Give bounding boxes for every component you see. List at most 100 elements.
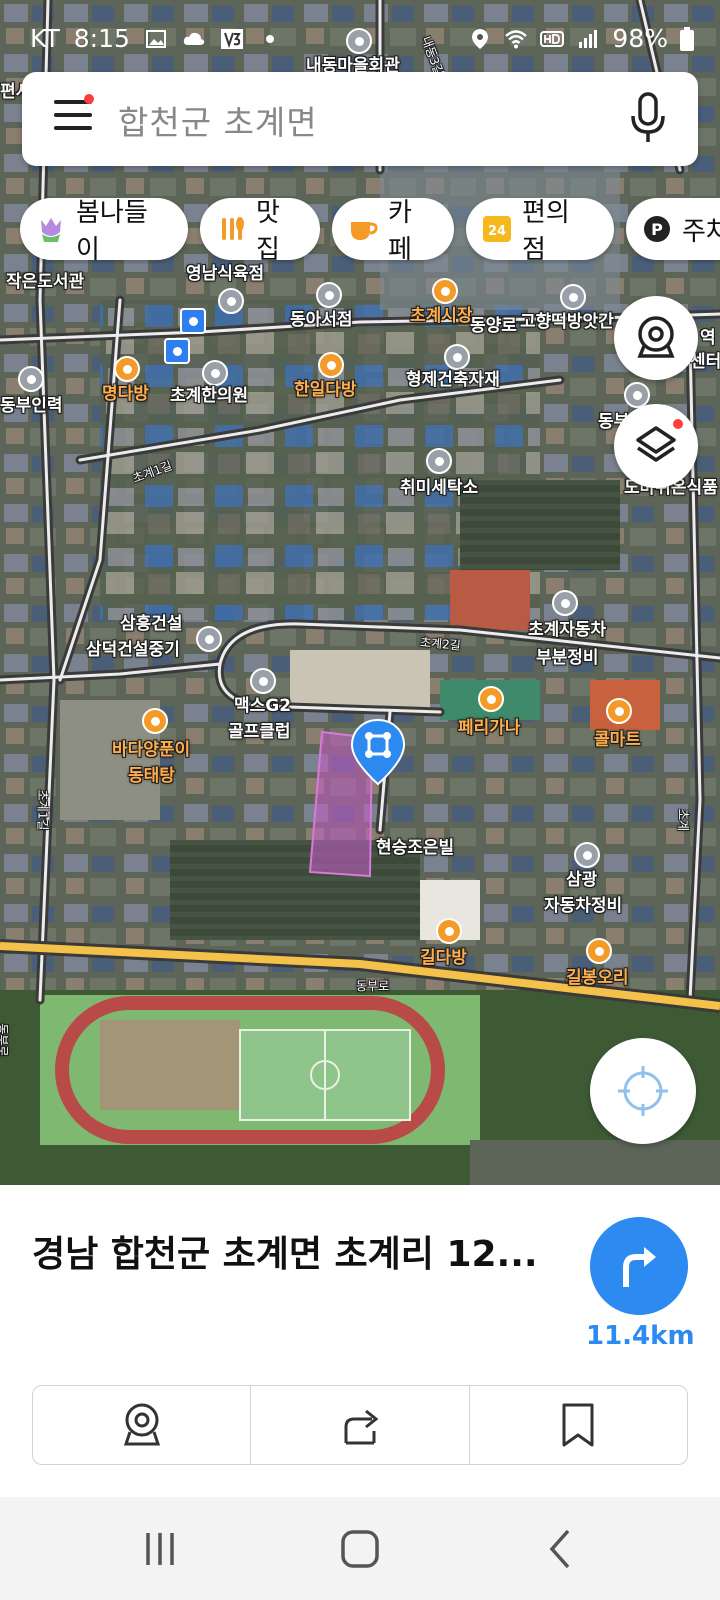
chip-convenience-store[interactable]: 24 편의점 xyxy=(466,198,614,264)
svg-text:P: P xyxy=(651,220,663,239)
map-label[interactable]: 삼덕건설중기 xyxy=(86,640,180,660)
chip-parking[interactable]: P 주차 xyxy=(626,198,720,260)
poi-pin[interactable] xyxy=(432,278,458,304)
roadview-button[interactable] xyxy=(614,296,698,380)
map-label[interactable]: 명다방 xyxy=(102,384,149,404)
poi-pin[interactable] xyxy=(250,668,276,694)
poi-pin[interactable] xyxy=(436,918,462,944)
bus-stop-icon[interactable] xyxy=(180,308,206,334)
map-label[interactable]: 페리가나 xyxy=(458,718,521,738)
place-address[interactable]: 경남 합천군 초계면 초계리 12... xyxy=(32,1225,538,1277)
menu-icon[interactable] xyxy=(54,100,92,134)
place-sheet: 경남 합천군 초계면 초계리 12... 11.4km xyxy=(0,1185,720,1497)
home-icon[interactable] xyxy=(336,1525,384,1573)
store-24-icon: 24 xyxy=(483,216,511,242)
map-label[interactable]: 취미세탁소 xyxy=(400,478,478,498)
svg-text:24: 24 xyxy=(488,224,506,239)
chip-restaurants[interactable]: 맛집 xyxy=(200,198,320,264)
poi-pin[interactable] xyxy=(218,288,244,314)
poi-pin[interactable] xyxy=(316,282,342,308)
map-label[interactable]: 형제건축자재 xyxy=(406,370,500,390)
map-layers-button[interactable] xyxy=(614,404,698,488)
directions-button[interactable] xyxy=(590,1217,688,1315)
map-label[interactable]: 영남식육점 xyxy=(186,264,264,284)
map-label[interactable]: 부분정비 xyxy=(536,648,599,668)
map-label[interactable]: 맥스G2 xyxy=(234,696,291,716)
map-label[interactable]: 콜마트 xyxy=(594,730,641,750)
map-view[interactable]: 내동마을회관 작은도서관 영남식육점 동아서점 초계시장 동양로 고향떡방앗간 … xyxy=(0,0,720,1185)
layers-icon xyxy=(636,419,683,462)
poi-pin[interactable] xyxy=(114,356,140,382)
chip-label: 맛집 xyxy=(256,198,280,264)
road-label: 동부로 xyxy=(356,979,390,993)
map-label[interactable]: 고향떡방앗간 xyxy=(520,312,614,332)
wifi-icon xyxy=(505,29,528,48)
map-label[interactable]: 동아서점 xyxy=(290,310,353,330)
map-label[interactable]: 동양로 xyxy=(470,316,517,336)
map-label[interactable]: 삼흥건설 xyxy=(120,614,183,634)
map-label[interactable]: 초계자동차 xyxy=(528,620,606,640)
map-label[interactable]: 길봉오리 xyxy=(566,968,629,988)
signal-icon xyxy=(579,29,598,48)
map-label[interactable]: 역 xyxy=(700,328,716,348)
map-label[interactable]: 현승조은빌 xyxy=(376,838,454,858)
system-nav-bar xyxy=(0,1497,720,1600)
poi-pin[interactable] xyxy=(606,698,632,724)
save-action-button[interactable] xyxy=(470,1386,687,1464)
map-label[interactable]: 동부인력 xyxy=(0,396,63,416)
hd-icon xyxy=(540,30,565,47)
poi-pin[interactable] xyxy=(426,448,452,474)
chip-label: 주차 xyxy=(682,216,720,247)
map-label[interactable]: 바다양푼이 xyxy=(112,740,190,760)
map-label[interactable]: 작은도서관 xyxy=(6,272,84,292)
search-bar[interactable]: 합천군 초계면 xyxy=(22,72,698,166)
map-label[interactable]: 초계시장 xyxy=(410,306,473,326)
battery-icon xyxy=(680,26,694,51)
map-label[interactable]: 삼광 xyxy=(566,870,597,890)
poi-pin[interactable] xyxy=(560,284,586,310)
mic-icon[interactable] xyxy=(628,92,668,146)
road-label: 동부로 xyxy=(0,1023,10,1057)
share-action-button[interactable] xyxy=(251,1386,470,1464)
chip-label: 봄나들이 xyxy=(76,198,148,264)
poi-pin[interactable] xyxy=(552,590,578,616)
roadview-action-button[interactable] xyxy=(33,1386,252,1464)
map-label[interactable]: 자동차정비 xyxy=(544,896,622,916)
poi-pin[interactable] xyxy=(18,366,44,392)
gallery-icon xyxy=(145,29,166,48)
action-bar xyxy=(32,1385,688,1465)
poi-pin[interactable] xyxy=(586,938,612,964)
road-label: 초계1길 xyxy=(35,789,50,831)
location-icon xyxy=(472,28,489,49)
search-input[interactable]: 합천군 초계면 xyxy=(118,96,318,144)
crosshair-icon xyxy=(618,1066,668,1116)
poi-pin[interactable] xyxy=(196,626,222,652)
poi-pin[interactable] xyxy=(574,842,600,868)
poi-pin[interactable] xyxy=(444,344,470,370)
map-label[interactable]: 초계한의원 xyxy=(170,386,248,406)
dot-icon xyxy=(265,34,274,43)
map-label[interactable]: 동태탕 xyxy=(128,766,175,786)
chip-label: 편의점 xyxy=(522,198,570,264)
poi-pin[interactable] xyxy=(142,708,168,734)
chip-spring-outing[interactable]: 봄나들이 xyxy=(20,198,188,264)
my-location-button[interactable] xyxy=(590,1038,696,1144)
recents-icon[interactable] xyxy=(136,1525,184,1573)
turn-right-arrow-icon xyxy=(623,1247,656,1287)
map-label[interactable]: 골프클럽 xyxy=(228,722,291,742)
parking-icon: P xyxy=(644,216,670,242)
chip-label: 카페 xyxy=(388,198,412,264)
chip-cafe[interactable]: 카페 xyxy=(332,198,454,264)
location-marker-icon[interactable] xyxy=(350,718,406,788)
back-icon[interactable] xyxy=(538,1525,586,1573)
share-icon xyxy=(344,1409,379,1445)
cloud-icon xyxy=(183,32,205,45)
poi-pin[interactable] xyxy=(202,360,228,386)
poi-pin[interactable] xyxy=(318,352,344,378)
poi-pin[interactable] xyxy=(478,686,504,712)
map-label[interactable]: 한일다방 xyxy=(294,380,357,400)
category-chips: 봄나들이 맛집 카페 24 편의점 P 주차 xyxy=(18,198,720,264)
map-label[interactable]: 길다방 xyxy=(420,948,467,968)
bus-stop-icon[interactable] xyxy=(164,338,190,364)
carrier-label: KT xyxy=(30,24,60,53)
